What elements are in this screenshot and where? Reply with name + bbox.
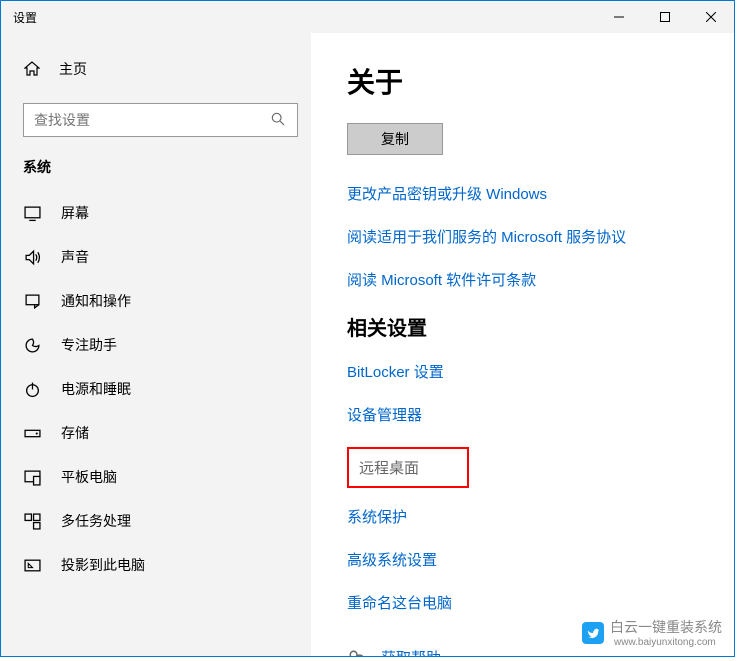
watermark: 白云一键重装系统 www.baiyunxitong.com bbox=[582, 617, 722, 648]
nav-item-notifications[interactable]: 通知和操作 bbox=[1, 279, 311, 323]
maximize-button[interactable] bbox=[642, 1, 688, 33]
nav-label: 屏幕 bbox=[61, 203, 89, 223]
watermark-icon bbox=[582, 622, 604, 644]
nav-item-multitask[interactable]: 多任务处理 bbox=[1, 499, 311, 543]
get-help[interactable]: 获取帮助 bbox=[347, 647, 734, 656]
nav-item-focus[interactable]: 专注助手 bbox=[1, 323, 311, 367]
related-device-manager[interactable]: 设备管理器 bbox=[347, 404, 734, 425]
home-icon bbox=[23, 60, 41, 78]
nav-item-power[interactable]: 电源和睡眠 bbox=[1, 367, 311, 411]
nav-item-storage[interactable]: 存储 bbox=[1, 411, 311, 455]
nav-label: 存储 bbox=[61, 423, 89, 443]
link-service-agreement[interactable]: 阅读适用于我们服务的 Microsoft 服务协议 bbox=[347, 226, 734, 247]
minimize-button[interactable] bbox=[596, 1, 642, 33]
watermark-sub: www.baiyunxitong.com bbox=[614, 637, 722, 648]
sound-icon bbox=[23, 248, 41, 266]
multitask-icon bbox=[23, 512, 41, 530]
home-link[interactable]: 主页 bbox=[1, 51, 311, 87]
nav-label: 电源和睡眠 bbox=[61, 379, 131, 399]
search-box[interactable] bbox=[23, 103, 298, 137]
search-input[interactable] bbox=[34, 112, 271, 128]
nav-label: 投影到此电脑 bbox=[61, 555, 145, 575]
window-controls bbox=[596, 1, 734, 33]
sidebar: 主页 系统 屏幕 bbox=[1, 33, 311, 656]
storage-icon bbox=[23, 424, 41, 442]
search-wrap bbox=[1, 103, 311, 137]
nav-label: 声音 bbox=[61, 247, 89, 267]
window-title: 设置 bbox=[1, 9, 596, 26]
link-license-terms[interactable]: 阅读 Microsoft 软件许可条款 bbox=[347, 269, 734, 290]
nav-item-sound[interactable]: 声音 bbox=[1, 235, 311, 279]
project-icon bbox=[23, 556, 41, 574]
home-label: 主页 bbox=[59, 59, 87, 79]
tablet-icon bbox=[23, 468, 41, 486]
nav-item-display[interactable]: 屏幕 bbox=[1, 191, 311, 235]
settings-window: 设置 主页 bbox=[0, 0, 735, 657]
related-rename-pc[interactable]: 重命名这台电脑 bbox=[347, 592, 734, 613]
notifications-icon bbox=[23, 292, 41, 310]
related-advanced-settings[interactable]: 高级系统设置 bbox=[347, 549, 734, 570]
related-remote-desktop: 远程桌面 bbox=[359, 457, 419, 478]
get-help-label: 获取帮助 bbox=[381, 647, 441, 656]
titlebar: 设置 bbox=[1, 1, 734, 33]
focus-icon bbox=[23, 336, 41, 354]
nav-label: 通知和操作 bbox=[61, 291, 131, 311]
close-button[interactable] bbox=[688, 1, 734, 33]
power-icon bbox=[23, 380, 41, 398]
watermark-text: 白云一键重装系统 bbox=[610, 617, 722, 637]
nav-label: 专注助手 bbox=[61, 335, 117, 355]
highlight-box: 远程桌面 bbox=[347, 447, 469, 488]
nav-item-tablet[interactable]: 平板电脑 bbox=[1, 455, 311, 499]
nav-label: 多任务处理 bbox=[61, 511, 131, 531]
nav-item-project[interactable]: 投影到此电脑 bbox=[1, 543, 311, 587]
related-system-protection[interactable]: 系统保护 bbox=[347, 506, 734, 527]
section-header: 系统 bbox=[1, 153, 311, 191]
related-bitlocker[interactable]: BitLocker 设置 bbox=[347, 361, 734, 382]
link-product-key[interactable]: 更改产品密钥或升级 Windows bbox=[347, 183, 734, 204]
search-icon bbox=[271, 112, 287, 128]
copy-button[interactable]: 复制 bbox=[347, 123, 443, 155]
related-settings-title: 相关设置 bbox=[347, 312, 734, 341]
display-icon bbox=[23, 204, 41, 222]
main-content: 关于 复制 更改产品密钥或升级 Windows 阅读适用于我们服务的 Micro… bbox=[311, 33, 734, 656]
content: 主页 系统 屏幕 bbox=[1, 33, 734, 656]
nav-label: 平板电脑 bbox=[61, 467, 117, 487]
page-title: 关于 bbox=[347, 61, 734, 101]
help-icon bbox=[347, 648, 367, 657]
